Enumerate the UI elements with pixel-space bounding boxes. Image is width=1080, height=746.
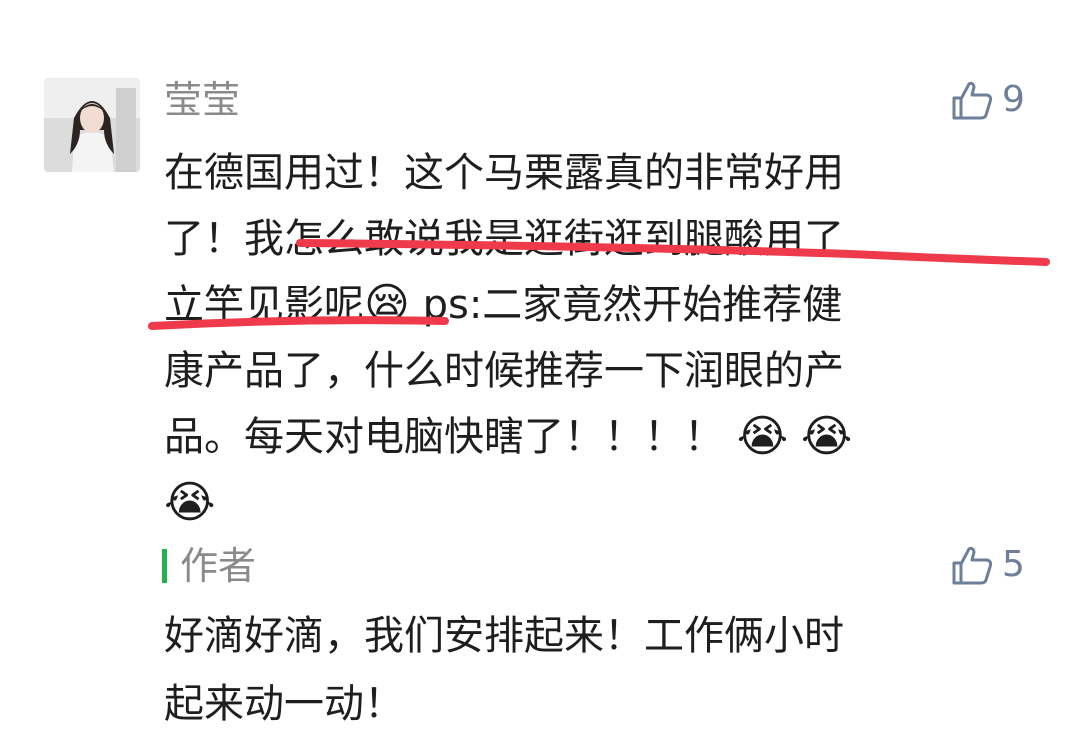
comment-like-button[interactable]: 9 <box>950 80 1025 120</box>
crying-face-emoji: 😭 <box>800 411 853 462</box>
comment-line: 品。每天对电脑快瞎了！！！！ 😭 😭 <box>164 404 1014 470</box>
avatar[interactable] <box>44 78 140 172</box>
reply-author-label: 作者 <box>180 544 257 588</box>
comment-line: 立竿见影呢😪 ps:二家竟然开始推荐健 <box>164 272 1014 338</box>
reply-indicator-bar <box>162 549 167 583</box>
reply-like-button[interactable]: 5 <box>950 545 1025 585</box>
comment-line: 了！我怎么敢说我是逛街逛到腿酸用了 <box>164 216 844 262</box>
crying-face-emoji: 😭 <box>736 411 789 462</box>
comment-line: 康产品了，什么时候推荐一下润眼的产 <box>164 348 844 394</box>
comment-body: 在德国用过！这个马栗露真的非常好用 了！我怎么敢说我是逛街逛到腿酸用了 立竿见影… <box>164 140 1014 536</box>
avatar-image <box>44 78 140 172</box>
reply-body: 好滴好滴，我们安排起来！工作俩小时 起来动一动！ <box>164 602 844 738</box>
thumbs-up-icon <box>950 80 994 120</box>
comment-like-count: 9 <box>1002 79 1025 120</box>
comment-line: 😭 <box>164 470 1014 536</box>
comment-line-text: ps:二家竟然开始推荐健 <box>409 282 843 328</box>
comment-username[interactable]: 莹莹 <box>164 74 240 126</box>
comment-line-text: 品。每天对电脑快瞎了！！！！ <box>164 414 724 460</box>
comment-line-text: 立竿见影呢 <box>164 282 364 328</box>
thumbs-up-icon <box>950 545 994 585</box>
reply-like-count: 5 <box>1002 544 1025 585</box>
sleepy-face-emoji: 😪 <box>364 279 410 330</box>
reply-line: 好滴好滴，我们安排起来！工作俩小时 <box>164 613 844 659</box>
comment-line: 在德国用过！这个马栗露真的非常好用 <box>164 150 844 196</box>
crying-face-emoji: 😭 <box>164 477 216 528</box>
reply-line: 起来动一动！ <box>164 681 404 727</box>
